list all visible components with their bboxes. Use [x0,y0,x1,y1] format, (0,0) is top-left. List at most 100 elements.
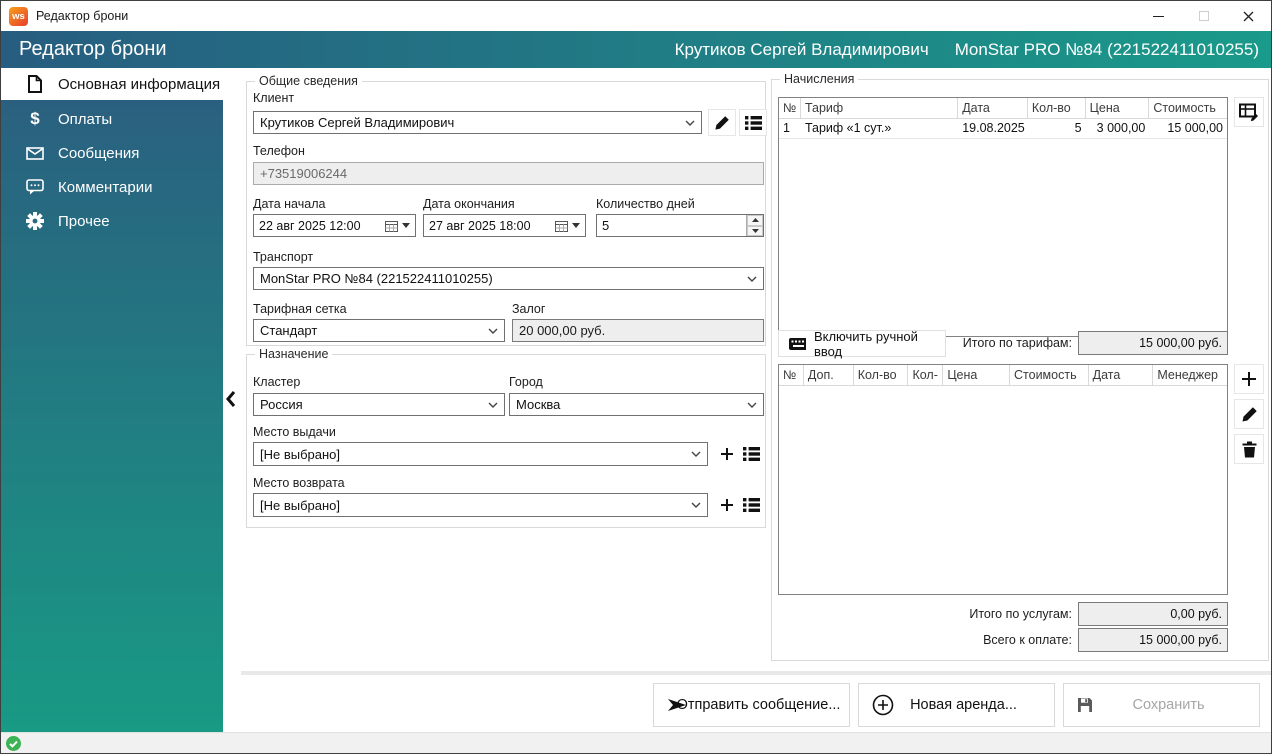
pencil-icon [1241,406,1257,422]
return-place-list-button[interactable] [740,493,763,517]
cell-cost: 15 000,00 [1167,121,1223,135]
manual-input-label: Включить ручной ввод [813,328,918,359]
services-total-value: 0,00 руб. [1170,607,1222,621]
spin-up-button[interactable] [747,215,763,226]
sidebar-item-label: Прочее [58,212,110,230]
calendar-icon [555,220,568,232]
sidebar-item-main-info[interactable]: Основная информация [1,68,223,102]
close-button[interactable] [1226,1,1271,31]
deposit-field: 20 000,00 руб. [512,319,764,342]
minimize-icon [1153,15,1164,17]
start-date-picker[interactable]: 22 авг 2025 12:00 [253,214,416,237]
cluster-label: Кластер [253,375,301,389]
table-edit-icon [1238,103,1258,121]
close-icon [1243,11,1254,21]
sidebar-item-comments[interactable]: Комментарии [1,170,223,204]
chevron-down-icon [691,451,701,457]
deposit-label: Залог [512,302,546,316]
add-pickup-place-button[interactable] [715,442,738,466]
tariff-grid-combobox[interactable]: Стандарт [253,319,505,342]
cell-quantity: 5 [1074,121,1082,135]
col-header[interactable]: № [779,365,804,385]
delete-service-button[interactable] [1234,434,1264,464]
chevron-left-icon [226,391,236,407]
dropdown-arrow-icon [572,223,580,228]
arrow-up-icon [751,218,759,223]
tariff-total-value: 15 000,00 руб. [1139,336,1222,350]
col-header[interactable]: Дата [1089,365,1154,385]
grand-total-label: Всего к оплате: [983,633,1072,647]
dropdown-arrow-icon [402,223,410,228]
client-list-button[interactable] [739,109,767,136]
sidebar-item-payments[interactable]: $ Оплаты [1,102,223,136]
add-service-button[interactable] [1234,364,1264,394]
plus-icon [720,499,733,511]
cell-date: 19.08.2025 [962,121,1025,135]
col-header[interactable]: Цена [1086,98,1150,118]
sidebar-collapse-button[interactable] [225,390,239,410]
grand-total-value: 15 000,00 руб. [1139,633,1222,647]
tariff-table-header: № Тариф Дата Кол-во Цена Стоимость [779,98,1227,119]
new-rental-button[interactable]: Новая аренда... [858,683,1055,727]
app-window: ws Редактор брони Редактор брони Крутико… [0,0,1272,754]
col-header[interactable]: № [779,98,801,118]
ws-app-icon: ws [9,6,28,26]
col-header[interactable]: Стоимость [1010,365,1089,385]
group-legend: Назначение [255,347,333,361]
table-row[interactable]: 1 Тариф «1 сут.» 19.08.2025 5 3 000,00 1… [779,119,1227,139]
tariff-total-label: Итого по тарифам: [962,336,1072,350]
minimize-button[interactable] [1136,1,1181,31]
new-rental-label: Новая аренда... [910,697,1017,713]
col-header[interactable]: Менеджер [1153,365,1227,385]
col-header[interactable]: Кол-во [1028,98,1086,118]
edit-tariff-table-button[interactable] [1234,97,1264,127]
cluster-value: Россия [260,397,303,412]
end-date-picker[interactable]: 27 авг 2025 18:00 [423,214,586,237]
maximize-button[interactable] [1181,1,1226,31]
edit-client-button[interactable] [708,109,736,136]
send-message-button[interactable]: Отправить сообщение... [653,683,850,727]
charges-group: Начисления № Тариф Дата Кол-во Цена Стои… [771,72,1269,661]
col-header[interactable]: Цена [943,365,1010,385]
return-place-label: Место возврата [253,476,345,490]
services-table[interactable]: № Доп. Кол-во Кол- Цена Стоимость Дата М… [778,364,1228,595]
tariff-total-field: 15 000,00 руб. [1078,331,1228,355]
status-bar [1,732,1271,753]
days-count-stepper[interactable]: 5 [596,214,764,237]
col-header[interactable]: Стоимость [1149,98,1227,118]
start-date-label: Дата начала [253,197,326,211]
pickup-place-combobox[interactable]: [Не выбрано] [253,442,708,466]
col-header[interactable]: Доп. [804,365,854,385]
destination-group: Назначение Кластер Россия Город Москва М… [246,347,766,528]
start-date-value: 22 авг 2025 12:00 [259,218,361,233]
sidebar-item-other[interactable]: Прочее [1,204,223,238]
col-header[interactable]: Тариф [801,98,959,118]
chevron-down-icon [685,120,695,126]
tariff-table[interactable]: № Тариф Дата Кол-во Цена Стоимость 1 Тар… [778,97,1228,337]
enable-manual-input-button[interactable]: Включить ручной ввод [778,328,946,359]
return-place-combobox[interactable]: [Не выбрано] [253,493,708,517]
mail-icon [25,146,45,160]
pickup-place-list-button[interactable] [740,442,763,466]
sidebar-item-label: Сообщения [58,144,140,162]
edit-service-button[interactable] [1234,399,1264,429]
tariff-grid-label: Тарифная сетка [253,302,347,316]
transport-combobox[interactable]: MonStar PRO №84 (221522411010255) [253,267,764,290]
col-header[interactable]: Дата [958,98,1028,118]
client-combobox[interactable]: Крутиков Сергей Владимирович [253,111,702,134]
add-return-place-button[interactable] [715,493,738,517]
save-label: Сохранить [1132,697,1205,713]
tariff-grid-value: Стандарт [260,323,318,338]
sidebar-item-messages[interactable]: Сообщения [1,136,223,170]
save-button[interactable]: Сохранить [1063,683,1260,727]
header-vehicle-name: MonStar PRO №84 (221522411010255) [954,39,1259,59]
comment-icon [25,179,45,195]
services-table-header: № Доп. Кол-во Кол- Цена Стоимость Дата М… [779,365,1227,386]
spin-down-button[interactable] [747,225,763,236]
col-header[interactable]: Кол-во [854,365,909,385]
cluster-combobox[interactable]: Россия [253,393,505,416]
services-total-label: Итого по услугам: [969,607,1072,621]
arrow-down-icon [751,228,759,233]
col-header[interactable]: Кол- [908,365,944,385]
city-combobox[interactable]: Москва [509,393,764,416]
